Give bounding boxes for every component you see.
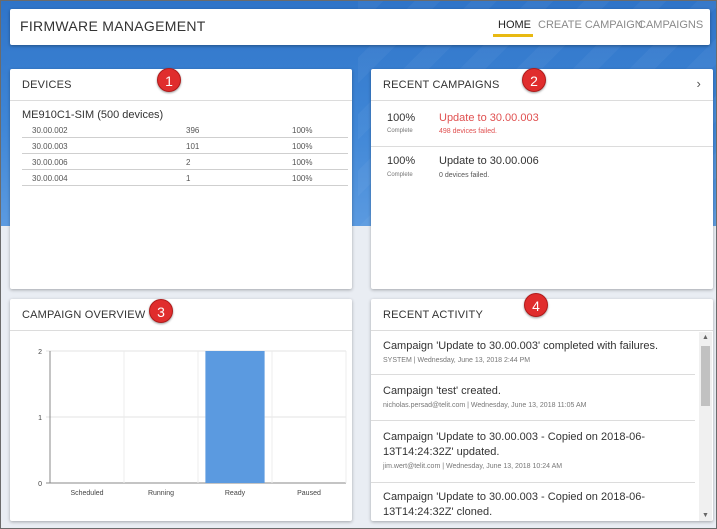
devices-card: DEVICES ME910C1-SIM (500 devices) 30.00.…: [10, 69, 352, 289]
nav-home[interactable]: HOME: [498, 19, 531, 31]
activity-text: Campaign 'Update to 30.00.003 - Copied o…: [383, 491, 646, 518]
y-tick-label: 0: [38, 481, 42, 488]
activity-item: Campaign 'Update to 30.00.003' completed…: [383, 339, 695, 364]
device-version-row[interactable]: 30.00.002 396 100%: [22, 123, 348, 138]
device-count: 2: [186, 158, 191, 167]
device-version-row[interactable]: 30.00.004 1 100%: [22, 171, 348, 186]
nav-campaigns[interactable]: CAMPAIGNS: [638, 19, 703, 31]
top-navigation-bar: FIRMWARE MANAGEMENT HOME CREATE CAMPAIGN…: [10, 9, 710, 45]
recent-campaigns-title: RECENT CAMPAIGNS: [383, 79, 500, 91]
device-version: 30.00.003: [32, 142, 68, 151]
campaign-progress: 100%: [387, 112, 416, 124]
x-tick-label: Paused: [297, 490, 321, 497]
activity-item: Campaign 'test' created. nicholas.persad…: [383, 384, 695, 409]
device-percent: 100%: [292, 174, 313, 183]
callout-badge: 4: [524, 293, 548, 317]
y-tick-label: 1: [38, 415, 42, 422]
campaign-overview-card: CAMPAIGN OVERVIEW 0 1 2 Scheduled Running Rea…: [10, 299, 352, 521]
device-count: 101: [186, 142, 200, 151]
bar-ready: [205, 351, 265, 483]
campaign-item[interactable]: 100% Complete Update to 30.00.003 498 de…: [371, 102, 713, 147]
divider: [371, 482, 695, 483]
y-tick-label: 2: [38, 349, 42, 356]
device-version-row[interactable]: 30.00.003 101 100%: [22, 139, 348, 154]
device-percent: 100%: [292, 126, 313, 135]
activity-meta: nicholas.persad@telit.com | Wednesday, J…: [383, 402, 587, 409]
campaign-name[interactable]: Update to 30.00.003: [439, 112, 539, 124]
callout-badge: 3: [149, 299, 173, 323]
device-percent: 100%: [292, 142, 313, 151]
recent-activity-card: RECENT ACTIVITY Campaign 'Update to 30.0…: [371, 299, 713, 521]
nav-active-indicator: [493, 34, 533, 37]
x-tick-label: Ready: [225, 490, 246, 497]
chevron-right-icon[interactable]: ›: [696, 76, 701, 91]
campaign-progress: 100%: [387, 155, 416, 167]
activity-meta: SYSTEM | Wednesday, June 13, 2018 2:44 P…: [383, 357, 531, 364]
device-percent: 100%: [292, 158, 313, 167]
app-window: FIRMWARE MANAGEMENT HOME CREATE CAMPAIGN…: [0, 0, 717, 529]
device-count: 1: [186, 174, 191, 183]
device-group-name[interactable]: ME910C1-SIM (500 devices): [22, 109, 163, 121]
devices-card-title: DEVICES: [10, 69, 352, 101]
campaign-overview-title: CAMPAIGN OVERVIEW: [10, 299, 352, 331]
campaign-failures: 0 devices failed.: [439, 172, 490, 179]
x-tick-label: Running: [148, 490, 174, 497]
campaign-status: Complete: [387, 172, 413, 178]
divider: [371, 420, 695, 421]
callout-badge: 2: [522, 68, 546, 92]
campaign-status: Complete: [387, 128, 413, 134]
recent-campaigns-card: RECENT CAMPAIGNS › 100% Complete Update …: [371, 69, 713, 289]
x-tick-label: Scheduled: [70, 490, 103, 497]
activity-item: Campaign 'Update to 30.00.003 - Copied o…: [383, 430, 673, 470]
device-version: 30.00.004: [32, 174, 68, 183]
activity-text: Campaign 'Update to 30.00.003 - Copied o…: [383, 431, 646, 458]
nav-create-campaign[interactable]: CREATE CAMPAIGN: [538, 19, 643, 31]
campaign-overview-chart: 0 1 2 Scheduled Running Ready Paused: [38, 349, 347, 497]
device-version: 30.00.002: [32, 126, 68, 135]
activity-meta: jim.wert@telit.com | Wednesday, June 13,…: [383, 463, 563, 470]
activity-scrollbar[interactable]: ▲ ▼: [699, 332, 712, 521]
divider: [371, 374, 695, 375]
device-version-row[interactable]: 30.00.006 2 100%: [22, 155, 348, 170]
device-version: 30.00.006: [32, 158, 68, 167]
campaign-failures: 498 devices failed.: [439, 128, 497, 135]
activity-text: Campaign 'test' created.: [383, 385, 501, 397]
scroll-up-icon[interactable]: ▲: [701, 334, 710, 341]
activity-item: Campaign 'Update to 30.00.003 - Copied o…: [383, 490, 673, 520]
campaign-name[interactable]: Update to 30.00.006: [439, 155, 539, 167]
device-count: 396: [186, 126, 200, 135]
scroll-down-icon[interactable]: ▼: [701, 512, 710, 519]
activity-text: Campaign 'Update to 30.00.003' completed…: [383, 340, 659, 352]
callout-badge: 1: [157, 68, 181, 92]
scrollbar-thumb[interactable]: [701, 346, 710, 406]
campaign-item[interactable]: 100% Complete Update to 30.00.006 0 devi…: [371, 147, 713, 192]
app-title: FIRMWARE MANAGEMENT: [20, 18, 206, 34]
